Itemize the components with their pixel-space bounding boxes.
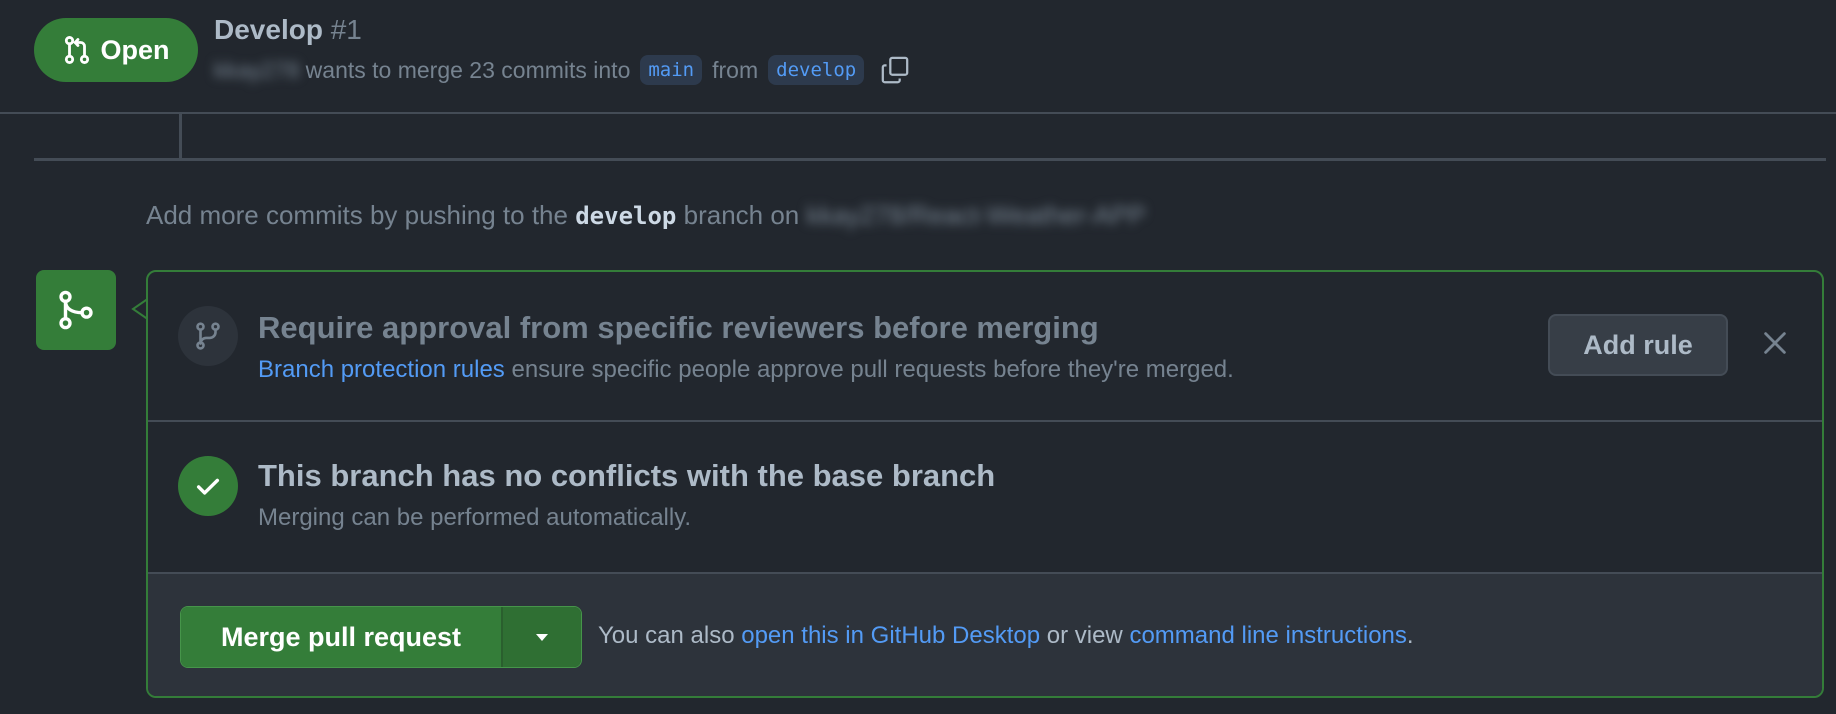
status-label: Open: [100, 34, 170, 65]
check-icon: [196, 478, 220, 495]
branch-icon-circle: [178, 306, 238, 366]
pr-number: #1: [330, 14, 362, 45]
close-icon[interactable]: [1760, 328, 1790, 358]
pr-meta: kkay278 wants to merge 23 commits into m…: [214, 53, 910, 87]
merge-pull-request-button[interactable]: Merge pull request: [181, 607, 501, 667]
protection-desc: Branch protection rules ensure specific …: [258, 356, 1234, 384]
merge-status-icon-box: [36, 270, 116, 350]
base-branch-chip[interactable]: main: [640, 55, 703, 85]
also-prefix: You can also: [598, 622, 735, 649]
pr-title-text: Develop: [214, 14, 323, 45]
copy-icon[interactable]: [880, 55, 910, 85]
merge-box: Require approval from specific reviewers…: [146, 270, 1824, 698]
push-notice-middle: branch on: [683, 200, 800, 230]
pr-from-text: from: [712, 56, 759, 83]
git-branch-icon: [196, 322, 220, 350]
merge-options-dropdown[interactable]: [501, 607, 581, 667]
head-branch-chip[interactable]: develop: [768, 55, 865, 85]
merge-actions-section: Merge pull request You can also open thi…: [148, 574, 1822, 696]
triangle-down-icon: [536, 634, 548, 641]
add-rule-button[interactable]: Add rule: [1548, 314, 1728, 376]
conflicts-title: This branch has no conflicts with the ba…: [258, 458, 996, 493]
protection-title: Require approval from specific reviewers…: [258, 310, 1099, 345]
merge-alternatives: You can also open this in GitHub Desktop…: [598, 622, 1414, 650]
repo-link[interactable]: kkay278/React-Weather-APP: [807, 200, 1146, 230]
check-icon-circle: [178, 456, 238, 516]
branch-protection-section: Require approval from specific reviewers…: [148, 272, 1822, 422]
branch-protection-rules-link[interactable]: Branch protection rules: [258, 356, 505, 383]
git-pull-request-icon: [65, 36, 90, 64]
merge-button-group: Merge pull request: [180, 606, 582, 668]
protection-desc-text: ensure specific people approve pull requ…: [511, 356, 1234, 383]
sentence-end: .: [1406, 622, 1414, 649]
conflicts-section: This branch has no conflicts with the ba…: [148, 422, 1822, 574]
push-notice-prefix: Add more commits by pushing to the: [146, 200, 568, 230]
conflicts-desc: Merging can be performed automatically.: [258, 504, 692, 531]
pr-meta-text: wants to merge 23 commits into: [305, 56, 631, 83]
tab-divider: [179, 114, 182, 160]
or-view-text: or view: [1046, 622, 1123, 649]
author-link[interactable]: kkay278: [214, 57, 300, 84]
github-desktop-link[interactable]: open this in GitHub Desktop: [741, 622, 1040, 649]
tabs-underline: [34, 158, 1826, 161]
command-line-instructions-link[interactable]: command line instructions: [1129, 622, 1406, 649]
push-notice: Add more commits by pushing to the devel…: [146, 200, 1146, 231]
status-badge-open: Open: [34, 18, 198, 82]
header-divider: [0, 112, 1836, 114]
page-title: Develop #1: [214, 14, 362, 46]
push-notice-branch: develop: [575, 202, 677, 230]
git-merge-icon: [59, 290, 93, 330]
